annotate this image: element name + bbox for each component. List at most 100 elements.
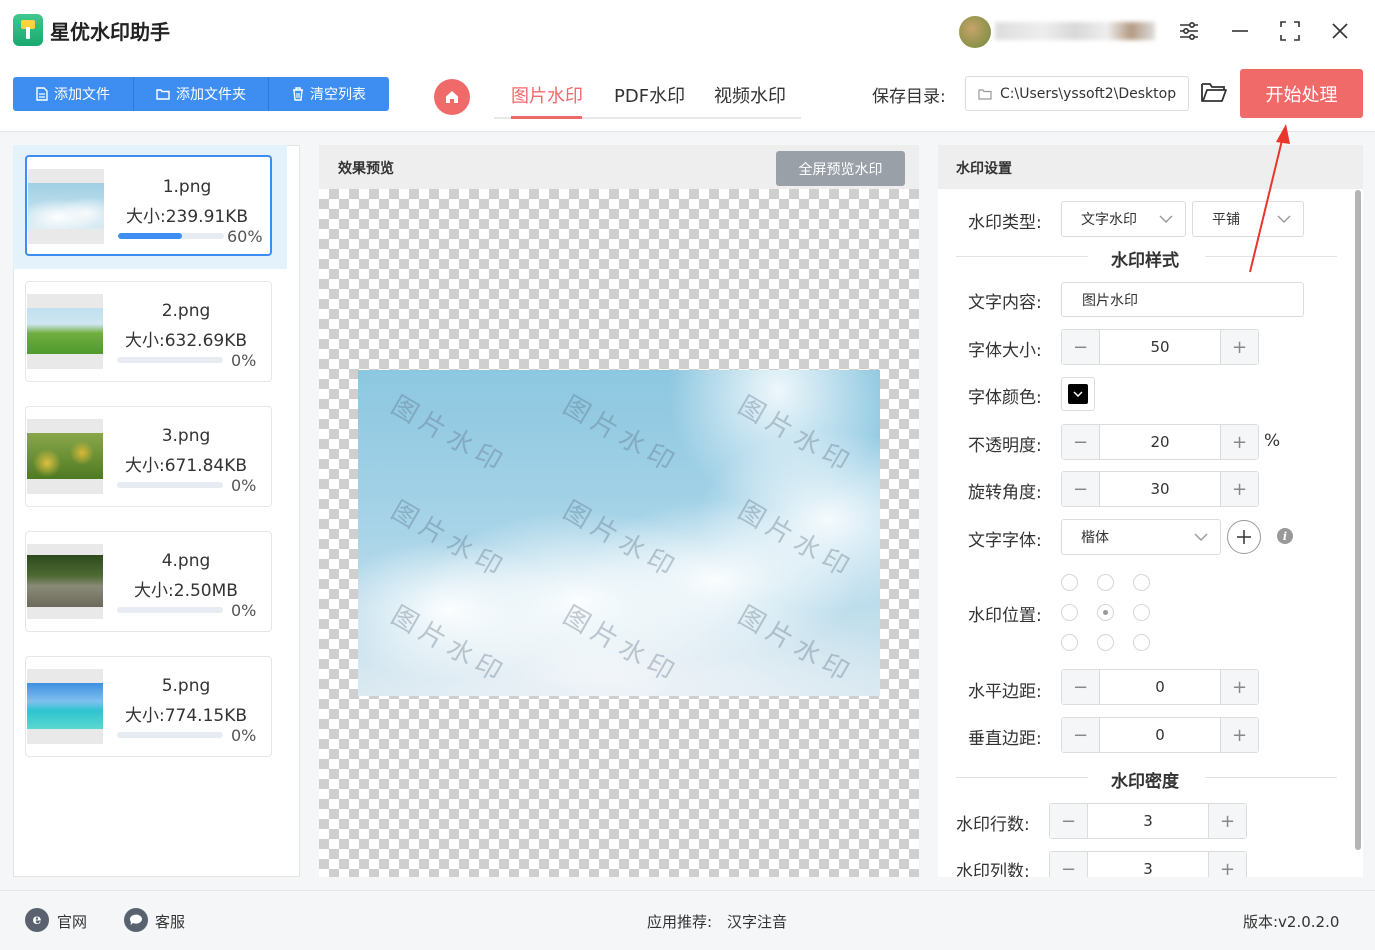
decrement-button[interactable]: − (1050, 804, 1088, 838)
maximize-icon[interactable] (1274, 16, 1306, 46)
preview-title: 效果预览 (338, 161, 394, 177)
recommend-app-link[interactable]: 汉字注音 (727, 911, 787, 932)
watermark-text: 图片水印 (557, 495, 684, 586)
tab-active-indicator (511, 116, 582, 119)
file-progress-fill (118, 233, 182, 239)
file-thumbnail (27, 669, 103, 744)
file-thumbnail (27, 419, 103, 494)
fullscreen-preview-button[interactable]: 全屏预览水印 (776, 151, 905, 186)
rotation-label: 旋转角度: (968, 483, 1042, 503)
opacity-value[interactable]: 20 (1100, 425, 1220, 459)
position-bottom-left[interactable] (1061, 634, 1078, 651)
position-label: 水印位置: (968, 606, 1042, 626)
position-bottom-center[interactable] (1097, 634, 1114, 651)
folder-icon (156, 89, 170, 100)
decrement-button[interactable]: − (1050, 852, 1088, 877)
watermark-type-value: 文字水印 (1081, 212, 1137, 228)
add-file-button[interactable]: 添加文件 (13, 77, 134, 111)
file-button-group: 添加文件 添加文件夹 清空列表 (13, 77, 389, 111)
horizontal-margin-label: 水平边距: (968, 682, 1042, 702)
decrement-button[interactable]: − (1062, 330, 1100, 364)
vertical-margin-value[interactable]: 0 (1100, 718, 1220, 752)
rows-value[interactable]: 3 (1088, 804, 1208, 838)
file-item-5[interactable]: 5.png 大小:774.15KB 0% (25, 656, 272, 757)
increment-button[interactable]: + (1220, 670, 1258, 704)
file-progress-text: 0% (231, 601, 257, 620)
file-item-1[interactable]: 1.png 大小:239.91KB 60% (25, 155, 272, 256)
position-middle-right[interactable] (1133, 604, 1150, 621)
decrement-button[interactable]: − (1062, 472, 1100, 506)
cols-stepper: − 3 + (1049, 851, 1247, 877)
position-center[interactable] (1097, 604, 1114, 621)
file-item-4[interactable]: 4.png 大小:2.50MB 0% (25, 531, 272, 632)
start-process-button[interactable]: 开始处理 (1240, 69, 1363, 118)
decrement-button[interactable]: − (1062, 718, 1100, 752)
increment-button[interactable]: + (1220, 718, 1258, 752)
website-link[interactable]: 官网 (57, 911, 87, 932)
file-progress-bar (117, 607, 223, 613)
settings-clip: 水印列数: − 3 + (938, 845, 1353, 877)
position-middle-left[interactable] (1061, 604, 1078, 621)
position-top-left[interactable] (1061, 574, 1078, 591)
rows-label: 水印行数: (956, 815, 1030, 835)
position-top-right[interactable] (1133, 574, 1150, 591)
chevron-down-icon (1194, 533, 1208, 541)
decrement-button[interactable]: − (1062, 425, 1100, 459)
increment-button[interactable]: + (1220, 330, 1258, 364)
home-button[interactable] (434, 79, 470, 115)
support-chat-icon[interactable] (124, 908, 148, 932)
add-font-button[interactable] (1227, 520, 1261, 554)
font-family-select[interactable]: 楷体 (1061, 519, 1221, 555)
file-progress-text: 0% (231, 726, 257, 745)
file-progress-text: 60% (227, 227, 263, 246)
divider (1205, 777, 1337, 778)
increment-button[interactable]: + (1208, 852, 1246, 877)
info-icon[interactable]: i (1277, 528, 1293, 544)
minimize-icon[interactable] (1224, 16, 1256, 46)
tab-pdf-watermark[interactable]: PDF水印 (614, 82, 685, 108)
tab-video-watermark[interactable]: 视频水印 (714, 82, 786, 108)
settings-sliders-icon[interactable] (1173, 16, 1205, 46)
opacity-label: 不透明度: (968, 436, 1042, 456)
font-size-value[interactable]: 50 (1100, 330, 1220, 364)
file-name: 1.png (162, 177, 212, 197)
text-content-input[interactable]: 图片水印 (1061, 282, 1304, 317)
increment-button[interactable]: + (1220, 472, 1258, 506)
clear-list-button[interactable]: 清空列表 (269, 77, 389, 111)
browse-folder-icon[interactable] (1200, 80, 1228, 108)
file-name: 4.png (161, 551, 211, 571)
style-section-title: 水印样式 (1111, 251, 1179, 271)
app-title: 星优水印助手 (50, 20, 170, 44)
file-item-2[interactable]: 2.png 大小:632.69KB 0% (25, 281, 272, 382)
font-color-picker[interactable] (1061, 377, 1095, 411)
horizontal-margin-value[interactable]: 0 (1100, 670, 1220, 704)
position-bottom-right[interactable] (1133, 634, 1150, 651)
settings-scrollbar[interactable] (1355, 190, 1361, 850)
file-size: 大小:774.15KB (124, 706, 248, 726)
title-bar (0, 0, 1375, 62)
red-arrow-annotation (1249, 124, 1290, 273)
add-folder-label: 添加文件夹 (176, 87, 246, 103)
close-icon[interactable] (1324, 16, 1356, 46)
decrement-button[interactable]: − (1062, 670, 1100, 704)
rows-stepper: − 3 + (1049, 803, 1247, 839)
position-top-center[interactable] (1097, 574, 1114, 591)
rotation-value[interactable]: 30 (1100, 472, 1220, 506)
user-avatar[interactable] (959, 16, 991, 48)
website-icon[interactable]: e (25, 908, 49, 932)
file-item-3[interactable]: 3.png 大小:671.84KB 0% (25, 406, 272, 507)
folder-outline-icon (978, 88, 992, 100)
save-path-field[interactable]: C:\Users\yssoft2\Desktop (965, 76, 1189, 111)
increment-button[interactable]: + (1220, 425, 1258, 459)
watermark-text: 图片水印 (732, 390, 859, 481)
cols-value[interactable]: 3 (1088, 852, 1208, 877)
watermark-type-select[interactable]: 文字水印 (1061, 201, 1186, 237)
font-size-label: 字体大小: (968, 341, 1042, 361)
trash-icon (293, 87, 303, 101)
tab-image-watermark[interactable]: 图片水印 (511, 82, 583, 108)
add-folder-button[interactable]: 添加文件夹 (134, 77, 269, 111)
file-icon (36, 87, 48, 101)
increment-button[interactable]: + (1208, 804, 1246, 838)
file-thumbnail (27, 544, 103, 619)
support-link[interactable]: 客服 (155, 911, 185, 932)
